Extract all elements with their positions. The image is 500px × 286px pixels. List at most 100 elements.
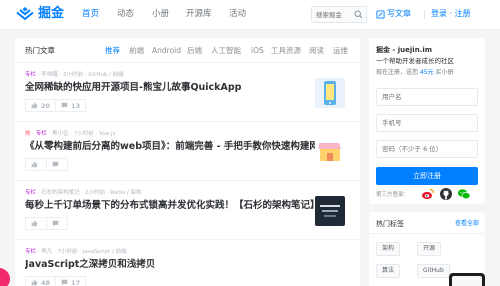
comment-button[interactable] <box>47 158 68 171</box>
tab-android[interactable]: Android <box>152 46 181 56</box>
nav-activity[interactable]: 动态 <box>117 8 134 20</box>
article-title[interactable]: 每秒上千订单场景下的分布式锁高并发优化实践！【石杉的架构笔记】 <box>25 199 325 212</box>
tab-reading[interactable]: 阅读 <box>309 46 324 56</box>
comment-icon <box>61 102 68 109</box>
nav-home[interactable]: 首页 <box>82 8 99 20</box>
thumbs-up-icon <box>31 220 38 227</box>
tag-chip[interactable]: 开源 <box>417 242 442 256</box>
tag-chip[interactable]: GitHub <box>417 264 450 278</box>
comment-button[interactable] <box>47 217 68 230</box>
article-meta: 专栏 · 李帅醒 · 2小时前 · GitHub / 前端 <box>25 71 124 79</box>
nav-books[interactable]: 小册 <box>152 8 169 20</box>
thumbs-up-icon <box>31 102 38 109</box>
wechat-icon[interactable] <box>457 187 471 201</box>
tab-frontend[interactable]: 前端 <box>129 46 144 56</box>
tab-tools[interactable]: 工具资源 <box>271 46 301 56</box>
tab-backend[interactable]: 后端 <box>187 46 202 56</box>
thumbnail-image <box>315 137 345 167</box>
comment-button[interactable]: 13 <box>56 99 87 112</box>
meta-text: · 熊凡 · 7小时前 · JavaScript / 前端 <box>36 249 127 255</box>
thumbnail-image <box>315 78 345 108</box>
comment-icon <box>52 161 59 168</box>
site-name: 掘金 - juejin.im <box>376 46 433 54</box>
promo-amount: 45元 <box>419 69 434 76</box>
feed-header: 热门文章 推荐 前端 Android 后端 人工智能 iOS 工具资源 阅读 运… <box>15 38 360 63</box>
weibo-icon[interactable] <box>421 187 435 201</box>
top-header: 掘金 首页 动态 小册 开源库 活动 写文章 登录 · 注册 <box>0 0 500 30</box>
juejin-logo[interactable]: 掘金 <box>15 6 64 22</box>
thumbnail-image <box>315 196 345 226</box>
like-button[interactable]: 48 <box>25 276 57 286</box>
comment-icon <box>61 279 68 286</box>
comment-button[interactable]: 17 <box>56 276 87 286</box>
tab-ops[interactable]: 运维 <box>333 46 348 56</box>
header-divider <box>424 10 425 19</box>
article-item[interactable]: 热 · 专栏 · 黑小伍 · 7小时前 · Vue.js 《从零构建前后分离的w… <box>15 123 360 181</box>
article-meta: 专栏 · 熊凡 · 7小时前 · JavaScript / 前端 <box>25 248 127 256</box>
logo-text: 掘金 <box>38 6 65 21</box>
phone-field[interactable] <box>376 114 478 132</box>
like-count: 48 <box>41 278 51 286</box>
article-feed: 热门文章 推荐 前端 Android 后端 人工智能 iOS 工具资源 阅读 运… <box>15 38 360 286</box>
thumbs-up-icon <box>31 161 38 168</box>
login-register-link[interactable]: 登录 · 注册 <box>431 8 471 20</box>
comment-count: 13 <box>71 101 81 110</box>
floating-decoration <box>0 268 10 286</box>
search-icon[interactable] <box>354 10 363 19</box>
article-actions: 48 17 <box>25 276 87 286</box>
edit-icon <box>376 9 385 19</box>
column-tag: 专栏 <box>35 131 47 137</box>
view-all-tags-link[interactable]: 查看全部 <box>455 219 479 229</box>
write-article-button[interactable]: 写文章 <box>376 8 411 20</box>
tab-recommend[interactable]: 推荐 <box>105 46 120 56</box>
app-promo-phone[interactable] <box>449 273 485 286</box>
article-actions <box>25 158 68 171</box>
hot-tags-title: 热门标签 <box>376 220 404 228</box>
article-actions: 20 13 <box>25 99 87 112</box>
juejin-logo-icon <box>16 7 34 21</box>
article-title[interactable]: 《从零构建前后分离的web项目》：前端完善 - 手把手教你快速构建网站布... <box>25 140 325 153</box>
meta-text: · 李帅醒 · 2小时前 · GitHub / 前端 <box>36 72 124 78</box>
comment-count: 17 <box>71 278 81 286</box>
search-input[interactable] <box>312 7 354 22</box>
site-slogan: 一个帮助开发者成长的社区 <box>376 57 454 65</box>
promo-prefix: 现在注册，送您 <box>376 69 420 76</box>
search-box <box>311 6 367 23</box>
article-thumbnail[interactable] <box>315 196 345 226</box>
like-button[interactable] <box>25 217 47 230</box>
meta-text: · 石杉的架构笔记 · 2小时前 · Redis / 架构 <box>36 190 142 196</box>
article-thumbnail[interactable] <box>315 137 345 167</box>
article-title[interactable]: JavaScript之深拷贝和浅拷贝 <box>25 258 325 271</box>
register-button[interactable]: 立即注册 <box>376 167 478 185</box>
tab-ios[interactable]: iOS <box>251 46 264 56</box>
github-icon[interactable] <box>439 187 453 201</box>
column-tag: 专栏 <box>25 249 37 255</box>
article-thumbnail[interactable] <box>315 78 345 108</box>
username-field[interactable] <box>376 88 478 106</box>
tag-chip[interactable]: 架构 <box>376 242 401 256</box>
like-button[interactable] <box>25 158 47 171</box>
write-article-label: 写文章 <box>387 9 411 18</box>
register-promo: 现在注册，送您 45元 买小册 <box>376 68 453 77</box>
article-item[interactable]: 专栏 · 石杉的架构笔记 · 2小时前 · Redis / 架构 每秒上千订单场… <box>15 182 360 240</box>
password-field[interactable] <box>376 140 478 158</box>
nav-events[interactable]: 活动 <box>229 8 246 20</box>
article-meta: 专栏 · 石杉的架构笔记 · 2小时前 · Redis / 架构 <box>25 189 141 197</box>
nav-repos[interactable]: 开源库 <box>186 8 212 20</box>
article-actions <box>25 217 68 230</box>
third-party-label: 第三方登录： <box>376 192 410 198</box>
article-item[interactable]: 专栏 · 李帅醒 · 2小时前 · GitHub / 前端 全网稀缺的快应用开源… <box>15 64 360 122</box>
article-title[interactable]: 全网稀缺的快应用开源项目-熊宝儿故事QuickApp <box>25 81 325 94</box>
thumbs-up-icon <box>31 279 38 286</box>
tab-ai[interactable]: 人工智能 <box>211 46 241 56</box>
article-meta: 热 · 专栏 · 黑小伍 · 7小时前 · Vue.js <box>25 131 116 137</box>
column-tag: 专栏 <box>25 72 37 78</box>
like-button[interactable]: 20 <box>25 99 57 112</box>
tag-chip[interactable]: 算法 <box>376 264 401 278</box>
like-count: 20 <box>41 101 51 110</box>
register-card: 掘金 - juejin.im 一个帮助开发者成长的社区 现在注册，送您 45元 … <box>369 38 485 204</box>
feed-title: 热门文章 <box>25 46 55 55</box>
meta-text: · 黑小伍 · 7小时前 · Vue.js <box>46 131 116 137</box>
column-tag: 专栏 <box>25 190 37 196</box>
article-item[interactable]: 专栏 · 熊凡 · 7小时前 · JavaScript / 前端 JavaScr… <box>15 241 360 286</box>
